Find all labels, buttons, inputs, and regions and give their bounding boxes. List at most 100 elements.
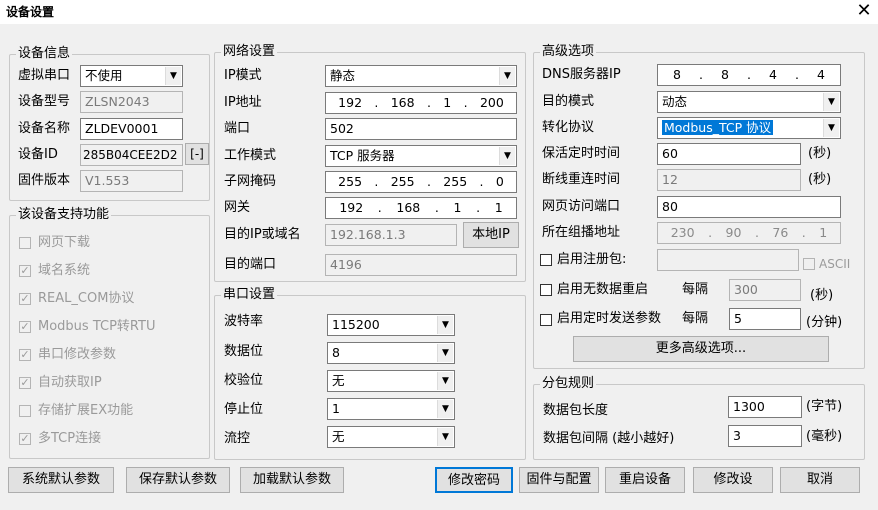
multicast-input: 230. 90. 76. 1 <box>657 222 841 244</box>
port-field[interactable]: 502 <box>325 118 517 140</box>
chevron-down-icon: ▼ <box>437 372 453 390</box>
firmware-label: 固件版本 <box>18 173 71 188</box>
feature-label: REAL_COM协议 <box>38 291 135 306</box>
feature-label: 网页下载 <box>38 235 91 250</box>
packet-interval-label: 数据包间隔 (越小越好) <box>543 431 675 446</box>
timed-field[interactable]: 5 <box>729 308 801 330</box>
close-icon[interactable]: ✕ <box>852 0 876 22</box>
web-port-label: 网页访问端口 <box>542 199 621 214</box>
feature-checkbox: ✓ <box>19 264 31 277</box>
timed-send-label: 启用定时发送参数 <box>557 311 662 326</box>
title-bar <box>0 0 878 24</box>
dest-mode-select[interactable]: 动态 ▼ <box>657 91 841 113</box>
nodata-restart-checkbox[interactable] <box>540 284 552 296</box>
gateway-input[interactable]: 192. 168. 1. 1 <box>325 197 517 219</box>
dest-ip-label: 目的IP或域名 <box>224 227 301 242</box>
chevron-down-icon: ▼ <box>437 400 453 418</box>
system-default-button[interactable]: 系统默认参数 <box>8 467 114 493</box>
advanced-title: 高级选项 <box>540 44 597 59</box>
ip-address-input[interactable]: 192. 168. 1. 200 <box>325 92 517 114</box>
databits-label: 数据位 <box>224 344 264 359</box>
more-options-button[interactable]: 更多高级选项... <box>573 336 829 362</box>
features-title: 该设备支持功能 <box>16 207 112 222</box>
ip-address-label: IP地址 <box>224 95 262 110</box>
load-default-button[interactable]: 加载默认参数 <box>240 467 344 493</box>
baud-label: 波特率 <box>224 314 264 329</box>
baud-select[interactable]: 115200 ▼ <box>327 314 455 336</box>
parity-select[interactable]: 无 ▼ <box>327 370 455 392</box>
gateway-label: 网关 <box>224 200 251 215</box>
packet-group <box>533 384 865 460</box>
virtual-port-select[interactable]: 不使用 ▼ <box>80 65 183 87</box>
multicast-label: 所在组播地址 <box>542 225 621 240</box>
dns-label: DNS服务器IP <box>542 67 621 82</box>
timed-send-checkbox[interactable] <box>540 314 552 326</box>
nodata-field: 300 <box>729 279 801 301</box>
restart-device-button[interactable]: 重启设备 <box>605 467 685 493</box>
ip-mode-label: IP模式 <box>224 68 262 83</box>
virtual-port-label: 虚拟串口 <box>18 68 71 83</box>
nodata-restart-label: 启用无数据重启 <box>557 282 649 297</box>
change-password-button[interactable]: 修改密码 <box>435 467 513 493</box>
work-mode-select[interactable]: TCP 服务器 ▼ <box>325 145 517 167</box>
firmware-config-button[interactable]: 固件与配置 <box>519 467 599 493</box>
chevron-down-icon: ▼ <box>823 119 839 137</box>
register-checkbox[interactable] <box>540 254 552 266</box>
model-field: ZLSN2043 <box>80 91 183 113</box>
feature-label: Modbus TCP转RTU <box>38 319 156 334</box>
flow-select[interactable]: 无 ▼ <box>327 426 455 448</box>
feature-checkbox: ✓ <box>19 376 31 389</box>
timed-unit: (分钟) <box>806 315 843 330</box>
device-name-label: 设备名称 <box>18 121 71 136</box>
device-id-field: 285B04CEE2D2 <box>80 144 183 166</box>
packet-interval-unit: (毫秒) <box>806 429 843 444</box>
window-title: 设备设置 <box>6 5 55 19</box>
protocol-select[interactable]: Modbus_TCP 协议 ▼ <box>657 117 841 139</box>
packet-length-label: 数据包长度 <box>543 403 609 418</box>
feature-checkbox: ✓ <box>19 320 31 333</box>
feature-checkbox: ✓ <box>19 348 31 361</box>
firmware-field: V1.553 <box>80 170 183 192</box>
timed-every-label: 每隔 <box>682 311 709 326</box>
cancel-button[interactable]: 取消 <box>780 467 860 493</box>
packet-length-field[interactable]: 1300 <box>728 396 802 418</box>
feature-label: 自动获取IP <box>38 375 102 390</box>
keepalive-field[interactable]: 60 <box>657 143 801 165</box>
packet-title: 分包规则 <box>540 376 597 391</box>
dns-input[interactable]: 8.8.4.4 <box>657 64 841 86</box>
save-default-button[interactable]: 保存默认参数 <box>126 467 230 493</box>
ascii-checkbox <box>803 258 815 270</box>
chevron-down-icon: ▼ <box>499 67 515 85</box>
databits-select[interactable]: 8 ▼ <box>327 342 455 364</box>
web-port-field[interactable]: 80 <box>657 196 841 218</box>
protocol-label: 转化协议 <box>542 120 595 135</box>
dest-port-field: 4196 <box>325 254 517 276</box>
ip-mode-select[interactable]: 静态 ▼ <box>325 65 517 87</box>
chevron-down-icon: ▼ <box>823 93 839 111</box>
device-id-label: 设备ID <box>18 147 58 162</box>
stopbits-select[interactable]: 1 ▼ <box>327 398 455 420</box>
packet-interval-field[interactable]: 3 <box>728 425 802 447</box>
feature-checkbox <box>19 405 31 417</box>
local-ip-button[interactable]: 本地IP <box>463 222 519 248</box>
parity-label: 校验位 <box>224 373 264 388</box>
device-id-button[interactable]: [-] <box>185 143 209 165</box>
chevron-down-icon: ▼ <box>437 344 453 362</box>
feature-label: 域名系统 <box>38 263 91 278</box>
subnet-mask-input[interactable]: 255. 255. 255. 0 <box>325 171 517 193</box>
feature-label: 存储扩展EX功能 <box>38 403 134 418</box>
dest-port-label: 目的端口 <box>224 257 277 272</box>
chevron-down-icon: ▼ <box>437 316 453 334</box>
subnet-mask-label: 子网掩码 <box>224 174 277 189</box>
modify-settings-button[interactable]: 修改设 <box>693 467 773 493</box>
keepalive-unit: (秒) <box>808 146 832 161</box>
feature-label: 多TCP连接 <box>38 431 102 446</box>
chevron-down-icon: ▼ <box>165 67 181 85</box>
device-name-field[interactable]: ZLDEV0001 <box>80 118 183 140</box>
packet-length-unit: (字节) <box>806 399 843 414</box>
flow-label: 流控 <box>224 431 251 446</box>
nodata-unit: (秒) <box>810 288 834 303</box>
device-info-title: 设备信息 <box>16 46 73 61</box>
register-field <box>657 249 799 271</box>
feature-checkbox: ✓ <box>19 292 31 305</box>
